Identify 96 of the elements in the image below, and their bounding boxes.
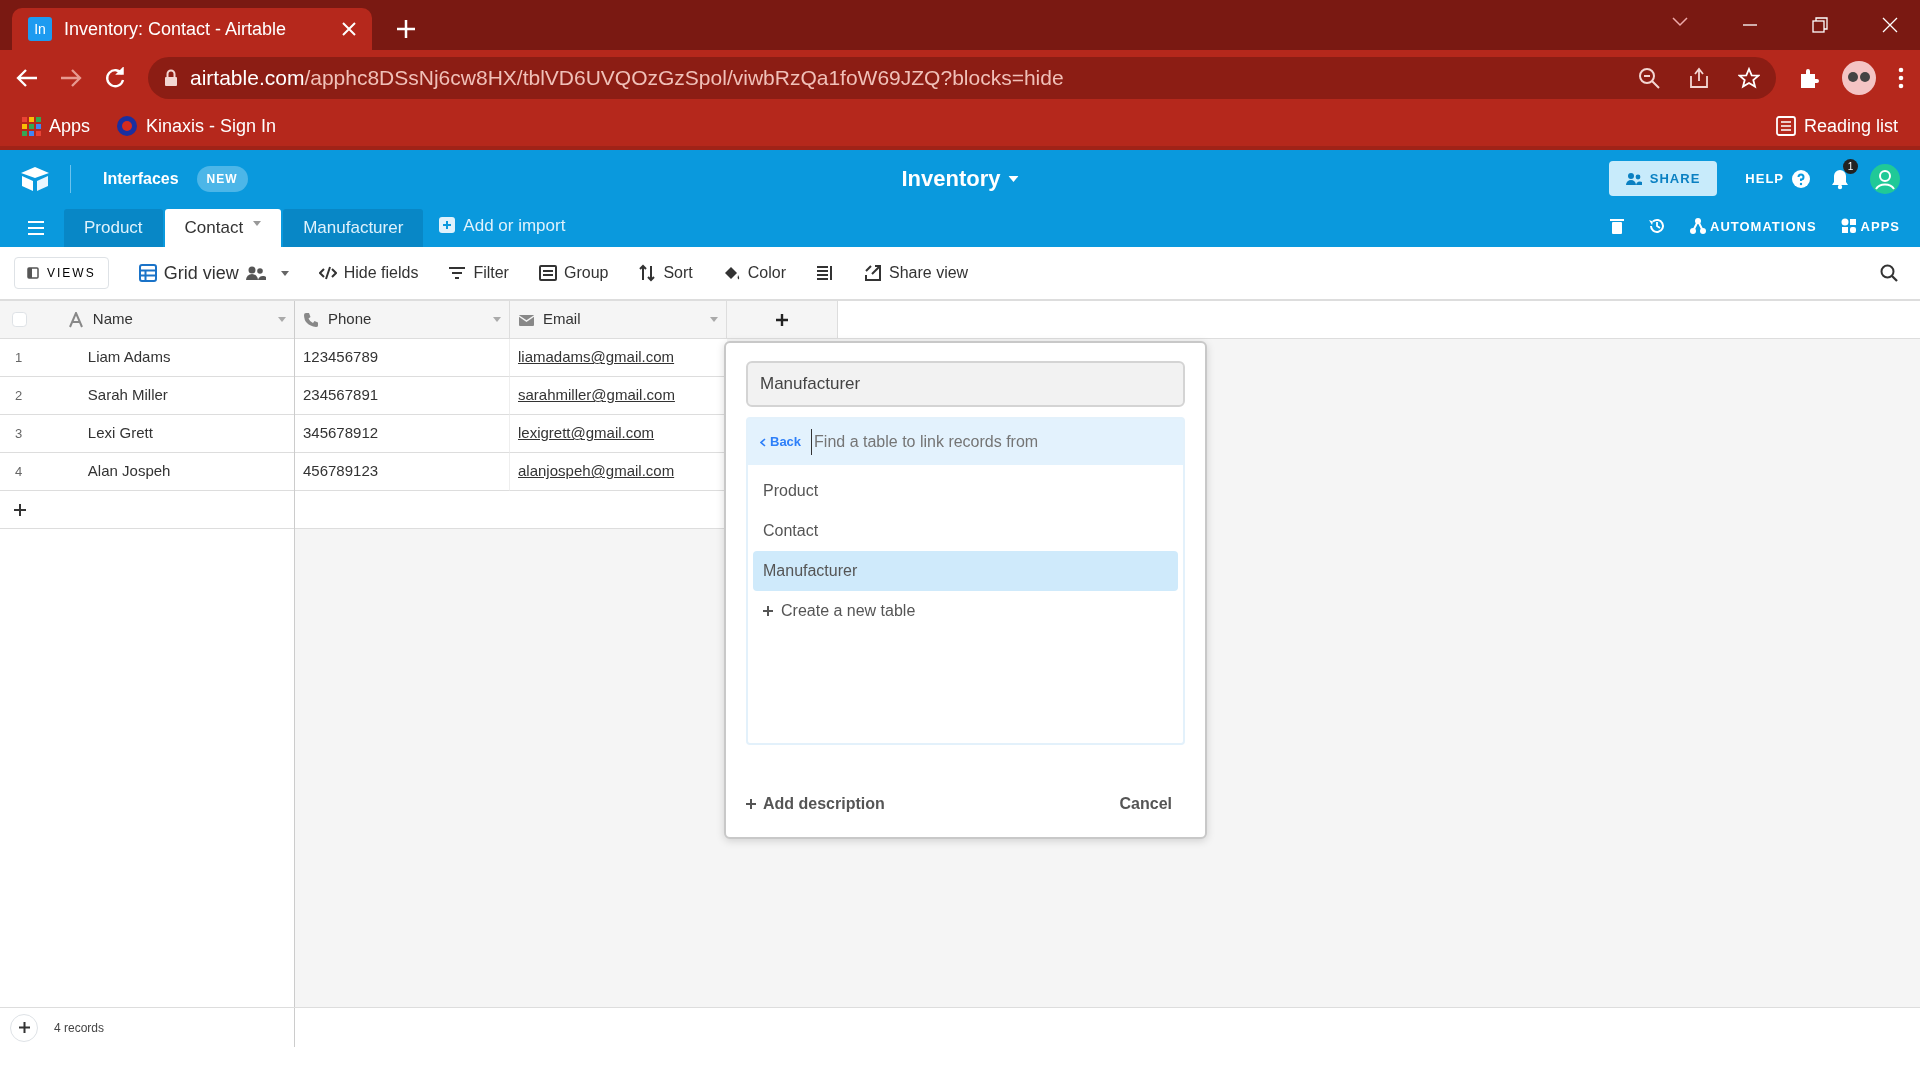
close-icon[interactable] (1882, 17, 1898, 33)
column-header[interactable]: Email (510, 301, 727, 339)
forward-icon[interactable] (60, 68, 82, 88)
select-all-checkbox[interactable] (12, 312, 27, 327)
new-tab-icon[interactable] (396, 19, 416, 39)
profile-icon[interactable] (1870, 163, 1900, 194)
sidebar-icon (27, 267, 39, 279)
table-cell: 345678912 (295, 415, 510, 453)
add-description-button[interactable]: Add description (746, 792, 885, 816)
column-header[interactable]: Name (59, 301, 294, 339)
plus-icon (763, 606, 773, 616)
list-icon (1775, 116, 1796, 136)
close-icon[interactable] (342, 22, 356, 36)
circle-icon (116, 115, 139, 137)
caret-icon (253, 220, 262, 226)
new-badge: NEW (196, 165, 248, 192)
table-search-field[interactable]: Find a table to link records from (811, 429, 1171, 455)
table-cell: 456789123 (295, 453, 510, 491)
plus-icon (746, 799, 756, 809)
caret-icon (278, 317, 286, 322)
email-link[interactable]: liamadams@gmail.com (518, 346, 675, 369)
sort-icon (638, 264, 657, 282)
table-cell: 234567891 (295, 377, 510, 415)
menu-icon[interactable] (1898, 67, 1904, 89)
favicon-icon: In (28, 17, 52, 41)
caret-icon (1008, 175, 1019, 182)
chevron-left-icon (760, 437, 766, 447)
tab-title: Inventory: Contact - Airtable (64, 17, 288, 41)
phone-icon (303, 311, 320, 328)
share-icon[interactable] (1688, 67, 1710, 89)
people-icon (245, 266, 266, 280)
views-button[interactable]: VIEWS (14, 257, 109, 289)
text-field-icon (67, 311, 85, 328)
reading-list[interactable]: Reading list (1775, 112, 1898, 140)
toolbar-button[interactable]: Color (722, 261, 786, 285)
caret-icon (710, 317, 718, 322)
plus-icon (18, 1022, 30, 1033)
extensions-icon[interactable] (1798, 67, 1820, 89)
add-row-icon[interactable] (14, 503, 26, 516)
field-name-input[interactable]: Manufacturer (746, 361, 1185, 407)
create-table-button[interactable]: Create a new table (753, 591, 1178, 631)
record-count: 4 records (54, 1019, 105, 1037)
bookmark[interactable]: Apps (22, 112, 91, 140)
shapes-icon (1840, 218, 1857, 235)
view-switcher[interactable]: Grid view (138, 259, 289, 287)
code-icon (318, 264, 337, 282)
external-link-icon (864, 264, 882, 282)
filter-icon (448, 264, 467, 282)
address-bar[interactable]: airtable.com/apphc8DSsNj6cw8HX/tblVD6UVQOzGzSpol/viwbRzQa1foW69JZQ?blocks=hide (148, 57, 1776, 99)
back-icon[interactable] (16, 68, 38, 88)
toolbar-button[interactable]: Sort (638, 261, 693, 285)
email-link[interactable]: lexigrett@gmail.com (518, 422, 655, 445)
add-field-button[interactable] (727, 301, 838, 339)
table-tab[interactable]: Contact (164, 209, 282, 247)
plus-icon (775, 312, 789, 327)
chevron-down-icon[interactable] (1672, 17, 1688, 27)
avatar-icon[interactable] (1842, 61, 1876, 95)
trash-icon[interactable] (1610, 218, 1624, 235)
people-icon (1625, 172, 1642, 185)
network-icon (1690, 218, 1706, 235)
caret-icon (280, 270, 289, 276)
add-button[interactable] (10, 1013, 38, 1042)
plus-square-icon (439, 217, 456, 234)
table-cell: 123456789 (295, 339, 510, 377)
bell-icon[interactable] (1830, 168, 1850, 191)
zoom-icon[interactable] (1638, 67, 1660, 89)
table-option[interactable]: Contact (753, 511, 1178, 551)
table-option[interactable]: Manufacturer (753, 551, 1178, 591)
email-link[interactable]: sarahmiller@gmail.com (518, 384, 675, 407)
search-icon[interactable] (1880, 264, 1898, 282)
group-icon (538, 264, 557, 282)
cancel-button[interactable]: Cancel (1106, 785, 1185, 823)
reload-icon[interactable] (104, 67, 126, 89)
url-text: airtable.com/apphc8DSsNj6cw8HX/tblVD6UVQOzGzSpol/viwbRzQa1foW69JZQ?blocks=hide (190, 65, 1065, 92)
toolbar-button[interactable]: Hide fields (318, 261, 419, 285)
logo-icon[interactable] (20, 165, 50, 192)
menu-icon[interactable] (28, 221, 44, 235)
browser-tab[interactable]: In Inventory: Contact - Airtable (12, 8, 372, 50)
notification-count: 1 (1843, 158, 1858, 174)
toolbar-button[interactable]: Share view (864, 261, 969, 285)
table-tab[interactable]: Product (64, 209, 163, 247)
help-icon (1792, 169, 1810, 188)
caret-icon (493, 317, 501, 322)
bookmark[interactable]: Kinaxis - Sign In (116, 112, 277, 140)
toolbar-button[interactable]: Group (538, 261, 609, 285)
table-option[interactable]: Product (753, 471, 1178, 511)
apps-grid-icon (22, 116, 41, 136)
email-link[interactable]: alanjospeh@gmail.com (518, 460, 675, 483)
lock-icon (164, 69, 178, 87)
column-header[interactable]: Phone (295, 301, 510, 339)
star-icon[interactable] (1738, 67, 1760, 89)
toolbar-button[interactable]: Filter (448, 261, 509, 285)
restore-icon[interactable] (1812, 17, 1828, 33)
history-icon[interactable] (1648, 217, 1666, 236)
grid-icon (138, 264, 157, 282)
row-height-icon[interactable] (816, 264, 834, 282)
